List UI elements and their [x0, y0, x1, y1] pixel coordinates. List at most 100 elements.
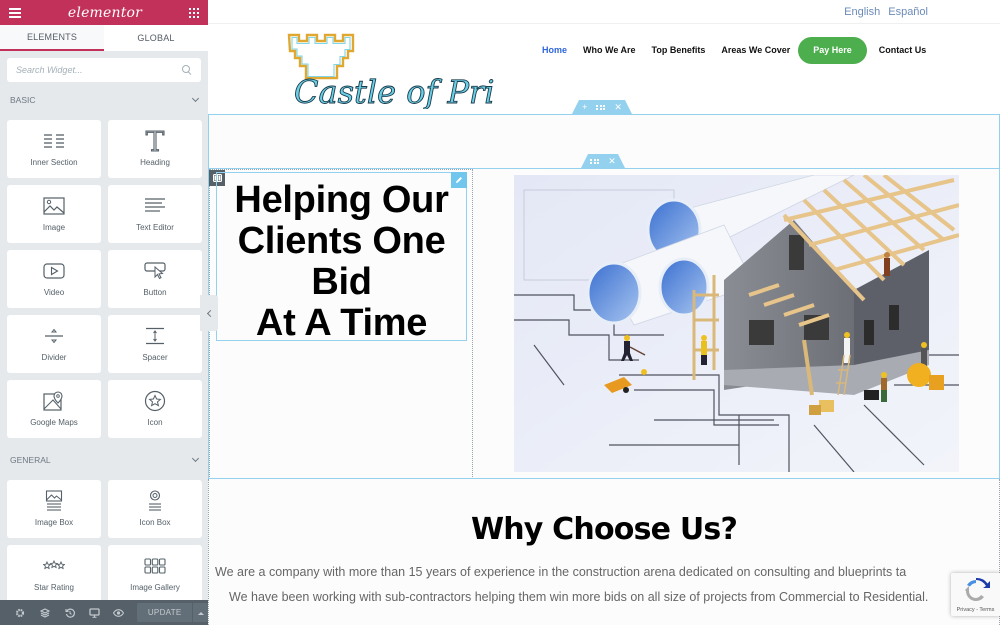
- panel-footer: UPDATE: [0, 600, 208, 625]
- delete-section-icon[interactable]: ✕: [608, 154, 616, 168]
- tab-elements[interactable]: ELEMENTS: [0, 25, 104, 51]
- collapse-panel-button[interactable]: [200, 295, 218, 331]
- search-widget-input[interactable]: [16, 65, 182, 75]
- why-title: Why Choose Us?: [470, 512, 738, 547]
- search-icon[interactable]: [182, 65, 192, 75]
- settings-button[interactable]: [8, 600, 33, 625]
- language-spanish-link[interactable]: Español: [888, 6, 928, 18]
- menu-icon[interactable]: [9, 7, 21, 18]
- language-english-link[interactable]: English: [844, 6, 880, 18]
- main-nav: Home Who We Are Top Benefits Areas We Co…: [542, 36, 942, 64]
- widget-label: Spacer: [142, 353, 168, 362]
- widget-label: Inner Section: [30, 158, 78, 167]
- navigator-button[interactable]: [33, 600, 58, 625]
- preview-icon: [113, 608, 125, 617]
- nav-who-we-are[interactable]: Who We Are: [583, 45, 636, 55]
- spacer-icon: [144, 325, 166, 347]
- update-options-button[interactable]: [192, 603, 208, 622]
- recaptcha-links[interactable]: Privacy - Terms: [957, 607, 995, 613]
- why-paragraph: We are a company with more than 15 years…: [215, 565, 907, 579]
- nav-areas-we-cover[interactable]: Areas We Cover: [721, 45, 790, 55]
- chevron-down-icon: [191, 94, 200, 103]
- drag-section-icon[interactable]: [596, 104, 606, 110]
- widget-google-maps[interactable]: Google Maps: [7, 380, 101, 438]
- button-icon: [144, 260, 166, 282]
- widget-heading[interactable]: Heading: [108, 120, 202, 178]
- star-icon: [144, 390, 166, 412]
- widget-label: Divider: [41, 353, 67, 362]
- widget-label: Heading: [140, 158, 170, 167]
- hero-heading-widget[interactable]: Helping Our Clients One Bid At A Time: [216, 172, 467, 344]
- google-maps-icon: [43, 390, 65, 412]
- widget-image-box[interactable]: Image Box: [7, 480, 101, 538]
- text-editor-icon: [144, 195, 166, 217]
- settings-icon: [16, 608, 25, 617]
- elementor-logo: elementor: [67, 4, 143, 21]
- divider-icon: [43, 325, 65, 347]
- widget-image[interactable]: Image: [7, 185, 101, 243]
- navigator-icon: [39, 607, 50, 618]
- widget-divider[interactable]: Divider: [7, 315, 101, 373]
- widget-label: Image Gallery: [130, 583, 180, 592]
- section-handle: + ✕: [572, 100, 632, 114]
- inner-section-icon: [43, 130, 65, 152]
- nav-top-benefits[interactable]: Top Benefits: [652, 45, 706, 55]
- icon-box-icon: [146, 490, 164, 512]
- video-icon: [43, 260, 65, 282]
- hero-section: Helping Our Clients One Bid At A Time: [208, 168, 1000, 479]
- drag-section-icon[interactable]: [590, 158, 600, 164]
- delete-section-icon[interactable]: ✕: [614, 100, 622, 114]
- image-icon: [43, 195, 65, 217]
- category-basic-header[interactable]: BASIC: [0, 85, 208, 115]
- widget-star-rating[interactable]: Star Rating: [7, 545, 101, 603]
- preview-button[interactable]: [107, 600, 132, 625]
- panel-header: elementor: [0, 0, 208, 25]
- why-paragraph: We have been working with sub-contractor…: [229, 590, 929, 604]
- pay-here-button[interactable]: Pay Here: [798, 36, 867, 64]
- widget-label: Icon: [147, 418, 163, 427]
- widget-text-editor[interactable]: Text Editor: [108, 185, 202, 243]
- widget-video[interactable]: Video: [7, 250, 101, 308]
- category-general-header[interactable]: GENERAL: [0, 445, 208, 475]
- widget-label: Google Maps: [30, 418, 78, 427]
- language-bar: English Español: [208, 0, 1000, 24]
- history-button[interactable]: [57, 600, 82, 625]
- category-title: GENERAL: [10, 455, 51, 465]
- elementor-panel: elementor ELEMENTS GLOBAL BASIC Inner Se…: [0, 0, 208, 625]
- hero-title-line: Clients One: [237, 220, 446, 262]
- hero-title-line: Bid: [311, 261, 372, 303]
- chevron-left-icon: [206, 309, 214, 317]
- chevron-down-icon: [191, 454, 200, 463]
- hero-text-column[interactable]: Helping Our Clients One Bid At A Time: [209, 169, 473, 477]
- star-rating-icon: [43, 555, 65, 577]
- update-button[interactable]: UPDATE: [137, 603, 193, 622]
- responsive-mode-button[interactable]: [82, 600, 107, 625]
- recaptcha-icon: [964, 577, 990, 601]
- logo-text: Castle of Prints: [294, 73, 494, 109]
- nav-home[interactable]: Home: [542, 45, 567, 55]
- add-section-icon[interactable]: +: [582, 100, 587, 114]
- panel-tabs: ELEMENTS GLOBAL: [0, 25, 208, 51]
- widget-label: Icon Box: [139, 518, 171, 527]
- heading-edit-button[interactable]: [451, 172, 467, 188]
- caret-up-icon: [197, 611, 204, 615]
- castle-of-prints-logo[interactable]: Castle of Prints: [286, 33, 545, 111]
- recaptcha-badge[interactable]: Privacy - Terms: [951, 573, 1000, 616]
- why-choose-us-section: Why Choose Us? We are a company with mor…: [208, 479, 1000, 625]
- widget-label: Video: [43, 288, 65, 297]
- widget-icon-box[interactable]: Icon Box: [108, 480, 202, 538]
- widget-label: Button: [143, 288, 167, 297]
- tab-global[interactable]: GLOBAL: [104, 25, 208, 51]
- widget-spacer[interactable]: Spacer: [108, 315, 202, 373]
- widgets-grid-icon[interactable]: [189, 7, 199, 18]
- widget-image-gallery[interactable]: Image Gallery: [108, 545, 202, 603]
- section-handle: ✕: [581, 154, 625, 168]
- widget-inner-section[interactable]: Inner Section: [7, 120, 101, 178]
- widget-button[interactable]: Button: [108, 250, 202, 308]
- nav-contact-us[interactable]: Contact Us: [879, 45, 927, 55]
- history-icon: [65, 608, 75, 618]
- widget-icon[interactable]: Icon: [108, 380, 202, 438]
- hero-image[interactable]: [514, 175, 959, 472]
- hero-title-line: Helping Our: [234, 179, 449, 221]
- widgets-general: Image Box Icon Box Star Rating Image Gal…: [0, 475, 208, 603]
